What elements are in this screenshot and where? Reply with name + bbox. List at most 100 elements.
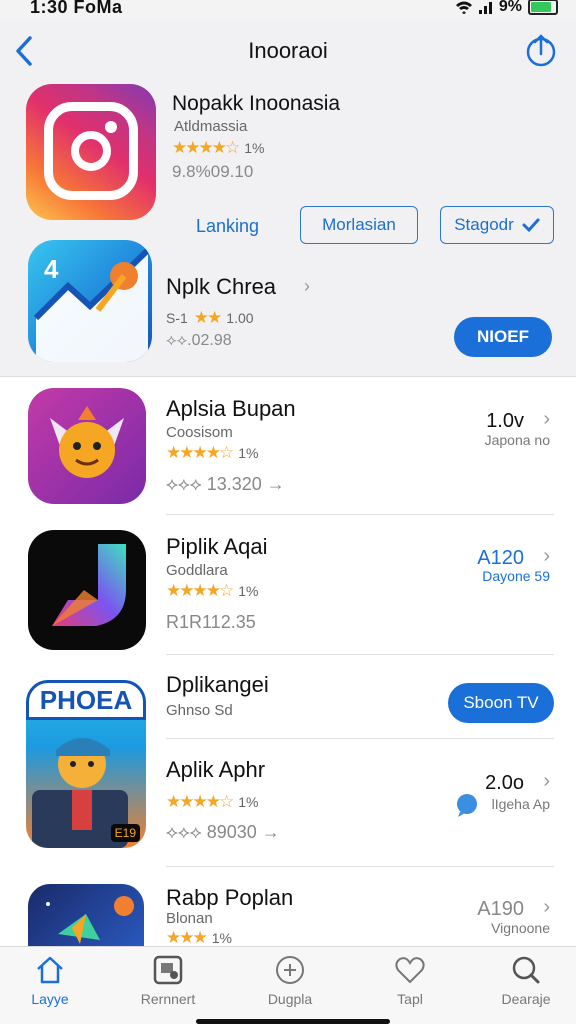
app-price: 2.0o [485,772,524,794]
home-icon [37,956,63,984]
app-subtitle: Blonan [166,910,213,927]
chat-bubble-icon [457,794,477,817]
chevron-right-icon[interactable]: › [543,896,550,919]
section-divider [0,376,576,377]
app-title[interactable]: Dplikangei [166,672,269,698]
status-indicators: 9% [455,0,558,16]
app-title[interactable]: Piplik Aqai [166,534,268,560]
rating-text: 1% [211,930,232,946]
morlasian-button[interactable]: Morlasian [300,206,418,244]
tab-label: Dugpla [267,991,313,1007]
rating-text: 1% [244,140,265,156]
tab-today[interactable]: Layye [0,955,100,1007]
app-title[interactable]: Aplsia Bupan [166,396,296,422]
star-rating: ★★★ [166,928,208,947]
app-rating: ★★★★☆ 1% [166,443,258,463]
star-rating: ★★★★☆ [166,792,234,811]
featured-app-size: 9.8%09.10 [172,162,254,181]
tab-favorites[interactable]: Tapl [360,955,460,1007]
app-rating: ★★★★☆ 1% [166,792,258,812]
battery-percent: 9% [498,0,522,15]
button-label: Morlasian [322,215,396,234]
chevron-right-icon[interactable]: › [543,770,550,793]
svg-text:4: 4 [44,254,59,284]
get-button[interactable]: NIOEF [454,317,552,357]
row-divider [166,866,554,867]
chevron-right-icon[interactable]: › [304,276,310,297]
star-rating: ★★★★☆ [172,138,240,157]
wifi-icon [455,1,472,14]
rating-text: 1.00 [226,310,254,326]
tab-label: Rernnert [140,991,196,1007]
featured-app-title[interactable]: Nopakk Inoonasia [172,92,340,116]
tab-label: Dearaje [501,991,551,1007]
featured-app-subtitle: Atldmassia [174,118,248,135]
row-divider [166,738,554,739]
featured-rating: ★★★★☆ 1% [172,138,264,158]
chevron-right-icon[interactable]: › [543,545,550,568]
app-price: 1.0v [486,410,524,432]
app-subtitle: Ghnso Sd [166,702,233,719]
app-meta: lIgeha Ap [491,796,550,812]
rating-text: 1% [238,583,259,599]
app-subtitle: Goddlara [166,562,228,579]
app-price: A120 [477,547,524,569]
second-app-title[interactable]: Nplk Chrea [166,274,276,300]
stagodr-button[interactable]: Stagodr [440,206,554,244]
tab-add[interactable]: Dugpla [240,955,340,1007]
app-badge: E19 [110,824,140,842]
camera-app-icon[interactable] [26,84,156,220]
character-app-icon[interactable]: PHOEA E19 [26,680,146,848]
chevron-right-icon[interactable]: › [543,408,550,431]
app-title[interactable]: Aplik Aphr [166,757,265,783]
chart-app-icon[interactable]: 4 [28,240,152,362]
tab-label: Layye [31,991,69,1007]
status-bar: 1:30 FoMa 9% [0,0,576,20]
app-meta: Japona no [484,432,550,448]
app-title[interactable]: Rabp Poplan [166,885,293,911]
featured-section: Inooraoi Nopakk Inoonasia Atldmassia ★★★… [0,20,576,376]
status-time: 1:30 FoMa [30,0,123,17]
heart-icon [395,957,425,984]
tab-apps[interactable]: Rernnert [118,955,218,1007]
tab-search[interactable]: Dearaje [476,955,576,1007]
rating-text: 1% [238,445,259,461]
app-banner-text: PHOEA [39,684,133,715]
get-button[interactable]: Sboon TV [448,683,554,723]
battery-icon [528,0,558,15]
design-app-icon[interactable] [28,530,146,650]
star-rating: ★★ [193,308,223,327]
app-subtitle: Coosisom [166,424,233,441]
game-app-icon[interactable] [28,388,146,504]
button-label: Sboon TV [463,693,539,712]
star-rating: ★★★★☆ [166,443,234,462]
search-icon [512,956,540,984]
page-title: Inooraoi [248,38,328,63]
star-rating: ★★★★☆ [166,581,234,600]
app-price: A190 [477,898,524,920]
app-size: ⟡⟡⟡ 13.320 → [166,474,285,494]
button-label: Stagodr [454,215,514,234]
check-icon [522,218,540,233]
row-divider [166,514,554,515]
app-size: R1R112.35 [166,612,256,632]
app-meta: Vignoone [491,920,550,936]
signal-icon [478,2,492,14]
app-rating: ★★★★☆ 1% [166,581,258,601]
rating-prefix: S-1 [166,310,188,326]
app-rating: ★★★ 1% [166,928,232,948]
tab-bar: Layye Rernnert Dugpla Tapl Dearaje [0,946,576,1024]
second-rating: S-1 ★★ 1.00 [166,308,254,328]
app-meta: Dayone 59 [482,568,550,584]
apps-icon [153,955,183,985]
share-icon[interactable] [524,32,558,68]
space-app-icon[interactable] [28,884,144,954]
second-app-size: ⟡⟡.02.98 [166,332,232,349]
row-divider [166,654,554,655]
home-indicator [196,1019,390,1024]
lanking-link[interactable]: Lanking [196,216,259,237]
tab-label: Tapl [397,991,423,1007]
app-size: ⟡⟡⟡ 89030 → [166,822,280,842]
plus-icon [276,956,304,984]
rating-text: 1% [238,794,259,810]
